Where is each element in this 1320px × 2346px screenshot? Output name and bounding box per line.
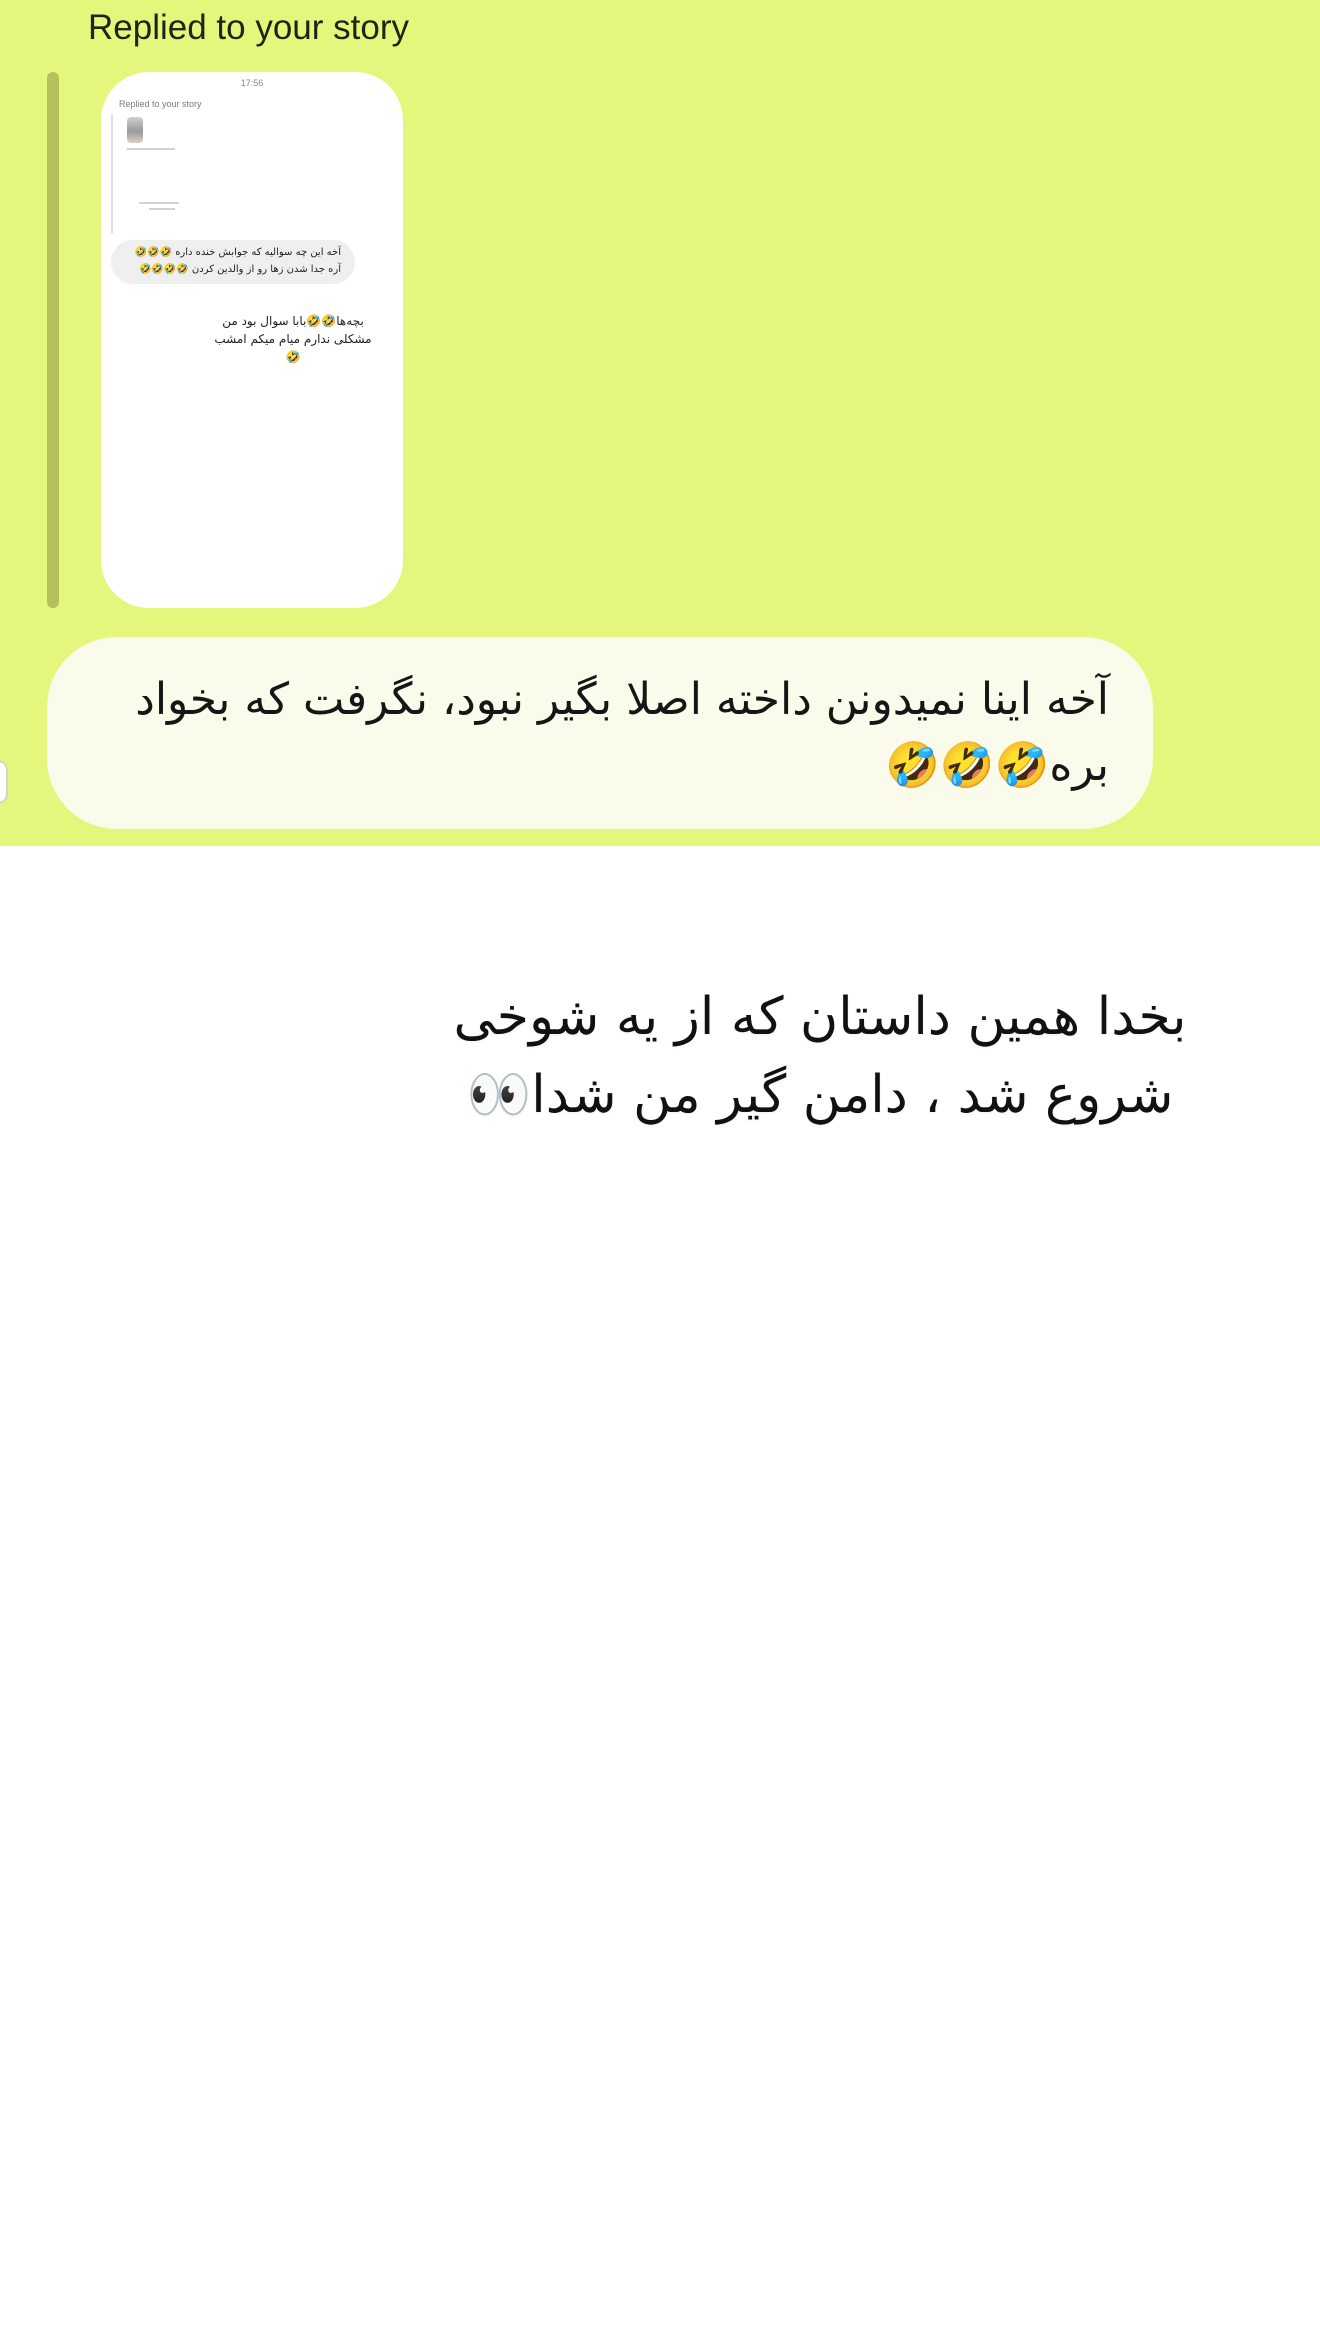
chat-thread: Replied to your story 17:56 Replied to y… [0, 0, 1320, 846]
story-preview-reply-line [111, 114, 113, 234]
story-preview-divider [149, 208, 175, 210]
story-preview-divider [139, 202, 179, 204]
story-preview-card[interactable]: 17:56 Replied to your story آخه این چه س… [101, 72, 403, 608]
story-preview-quoted-text: آخه این چه سوالیه که جوابش خنده داره 🤣🤣🤣… [134, 247, 341, 275]
story-preview-divider [127, 148, 175, 150]
message-text: آخه اینا نمیدونن داخته اصلا بگیر نبود، ن… [135, 674, 1109, 791]
story-preview-time: 17:56 [240, 78, 264, 88]
story-preview-reply-text: بچه‌ها🤣🤣بابا سوال بود من مشکلی ندارم میا… [214, 314, 372, 364]
reply-header: Replied to your story [88, 8, 409, 47]
story-preview-thumbnail [127, 117, 143, 143]
story-preview-quoted-bubble: آخه این چه سوالیه که جوابش خنده داره 🤣🤣🤣… [111, 240, 355, 284]
story-preview-replied-label: Replied to your story [119, 99, 202, 109]
reaction-handle[interactable] [0, 760, 8, 804]
caption-overlay-text: بخدا همین داستان که از یه شوخی شروع شد ،… [453, 987, 1187, 1125]
message-bubble[interactable]: آخه اینا نمیدونن داخته اصلا بگیر نبود، ن… [47, 637, 1153, 829]
reply-indicator-bar [47, 72, 59, 608]
